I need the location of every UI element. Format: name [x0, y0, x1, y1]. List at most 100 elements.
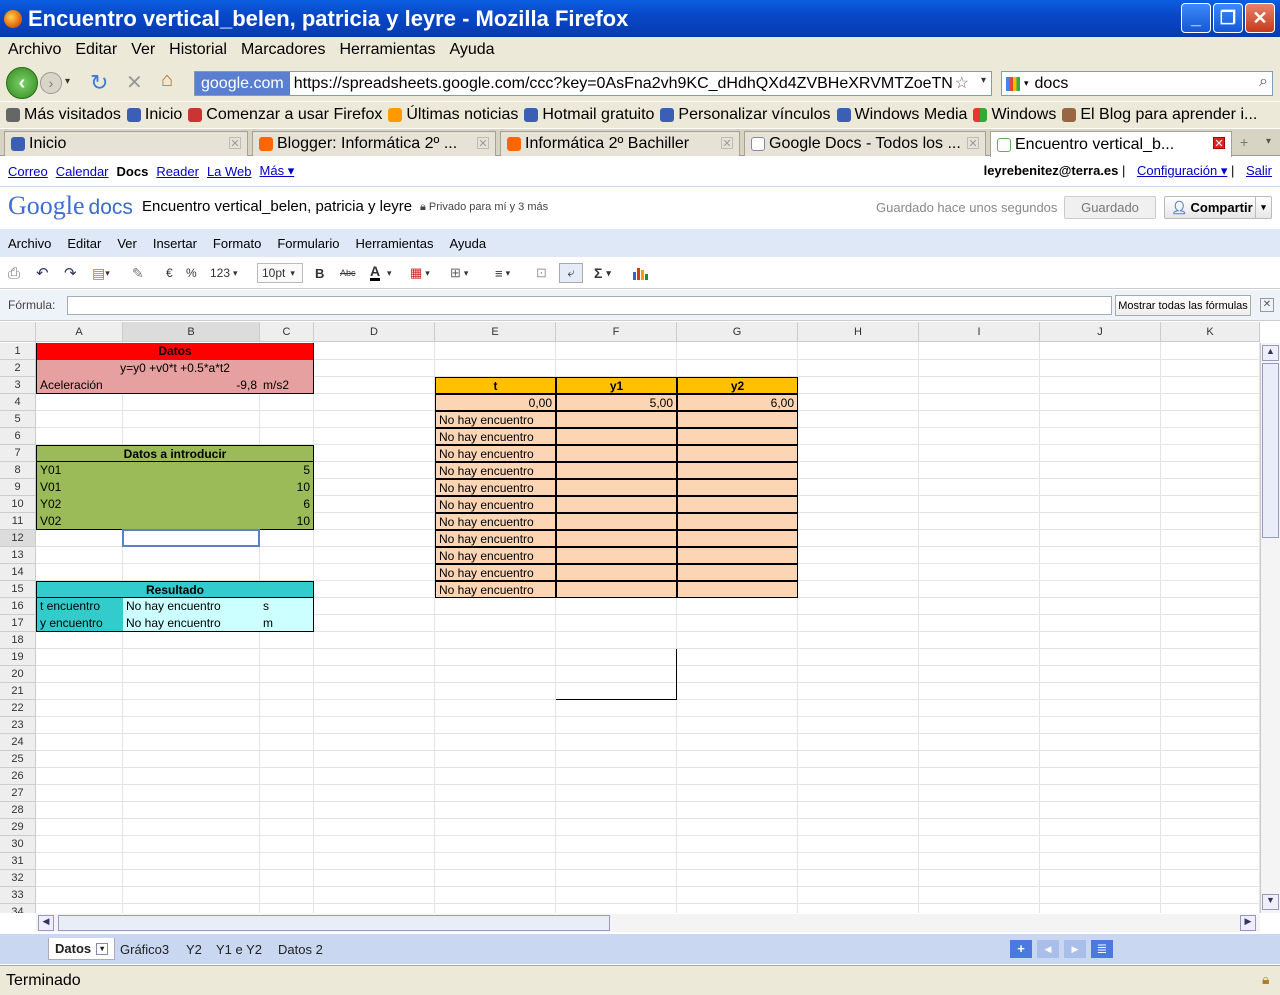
row-header-13[interactable]: 13: [0, 547, 36, 564]
column-header-b[interactable]: B: [123, 322, 260, 342]
cell-c17[interactable]: m: [260, 615, 314, 632]
cell-e9[interactable]: No hay encuentro: [435, 479, 556, 496]
horizontal-scroll-thumb[interactable]: [58, 915, 610, 931]
column-header-h[interactable]: H: [798, 322, 919, 342]
selected-cell-b12[interactable]: [122, 529, 260, 547]
cell-c3[interactable]: m/s2: [260, 377, 314, 394]
row-header-4[interactable]: 4: [0, 394, 36, 411]
cell-g13[interactable]: [677, 547, 798, 564]
cell-g7[interactable]: [677, 445, 798, 462]
cell-a3[interactable]: Aceleración: [36, 377, 123, 394]
docs-menu-ayuda[interactable]: Ayuda: [449, 236, 486, 251]
redo-icon[interactable]: ↷: [64, 263, 77, 283]
spreadsheet-grid[interactable]: A B C D E F G H I J K 1 2 3 4 5 6 7 8 9 10 11 12 13 14 15 16 17 18 19…: [0, 322, 1260, 913]
gbar-link-reader[interactable]: Reader: [156, 164, 199, 179]
row-header-2[interactable]: 2: [0, 360, 36, 377]
row-header-32[interactable]: 32: [0, 870, 36, 887]
docs-menu-formato[interactable]: Formato: [213, 236, 261, 251]
column-header-i[interactable]: I: [919, 322, 1040, 342]
row-header-30[interactable]: 30: [0, 836, 36, 853]
row-header-18[interactable]: 18: [0, 632, 36, 649]
cell-b17[interactable]: No hay encuentro: [123, 615, 260, 632]
sheet-tab-grafico3[interactable]: Gráfico3: [114, 938, 175, 960]
search-engine-icon[interactable]: [1006, 76, 1020, 91]
show-all-formulas-button[interactable]: Mostrar todas las fórmulas: [1115, 295, 1251, 316]
row-header-6[interactable]: 6: [0, 428, 36, 445]
gbar-link-correo[interactable]: Correo: [8, 164, 48, 179]
bookmark-item[interactable]: Inicio: [126, 106, 182, 124]
vertical-scroll-thumb[interactable]: [1262, 363, 1279, 538]
bookmark-item[interactable]: Más visitados: [6, 106, 121, 124]
bookmark-item[interactable]: Personalizar vínculos: [660, 106, 831, 124]
cell-a2-formula[interactable]: y=y0 +v0*t +0.5*a*t2: [36, 360, 314, 377]
menu-ayuda[interactable]: Ayuda: [449, 41, 494, 59]
cell-b10[interactable]: 6: [123, 496, 314, 513]
cell-e12[interactable]: No hay encuentro: [435, 530, 556, 547]
chart-icon[interactable]: [632, 263, 648, 283]
search-input[interactable]: docs: [1035, 75, 1069, 93]
tab-encuentro-vertical[interactable]: Encuentro vertical_b... ✕: [990, 131, 1232, 157]
scroll-left-icon[interactable]: ◀: [38, 915, 54, 931]
cell-f3-y1[interactable]: y1: [556, 377, 677, 394]
text-color-button[interactable]: A: [370, 263, 381, 281]
close-tab-icon[interactable]: ✕: [477, 137, 489, 150]
cell-f10[interactable]: [556, 496, 677, 513]
tab-informatica[interactable]: Informática 2º Bachiller ✕: [500, 131, 740, 156]
bookmark-item[interactable]: Hotmail gratuito: [524, 106, 654, 124]
scroll-up-icon[interactable]: ▲: [1262, 345, 1279, 361]
search-engine-dropdown-icon[interactable]: ▾: [1024, 78, 1029, 89]
cell-b9[interactable]: 10: [123, 479, 314, 496]
cell-a8[interactable]: Y01: [36, 462, 123, 479]
window-titlebar[interactable]: Encuentro vertical_belen, patricia y ley…: [0, 0, 1280, 37]
menu-ver[interactable]: Ver: [131, 41, 155, 59]
undo-icon[interactable]: ↶: [36, 263, 49, 283]
cell-g12[interactable]: [677, 530, 798, 547]
cell-e5[interactable]: No hay encuentro: [435, 411, 556, 428]
cell-e4[interactable]: 0,00: [435, 394, 556, 411]
cell-a7-header[interactable]: Datos a introducir: [36, 445, 314, 462]
sheet-tab-datos[interactable]: Datos ▾: [48, 938, 116, 960]
row-header-1[interactable]: 1: [0, 343, 36, 360]
cell-a16[interactable]: t encuentro: [36, 598, 123, 615]
row-header-15[interactable]: 15: [0, 581, 36, 598]
cell-g14[interactable]: [677, 564, 798, 581]
row-header-14[interactable]: 14: [0, 564, 36, 581]
cell-f11[interactable]: [556, 513, 677, 530]
cell-b3[interactable]: -9,8: [123, 377, 260, 394]
search-magnifier-icon[interactable]: ⌕: [1259, 73, 1268, 91]
row-header-24[interactable]: 24: [0, 734, 36, 751]
row-header-8[interactable]: 8: [0, 462, 36, 479]
percent-format-button[interactable]: %: [186, 263, 197, 283]
row-header-9[interactable]: 9: [0, 479, 36, 496]
close-tab-icon[interactable]: ✕: [721, 137, 733, 150]
row-header-20[interactable]: 20: [0, 666, 36, 683]
cell-g9[interactable]: [677, 479, 798, 496]
cell-g5[interactable]: [677, 411, 798, 428]
borders-icon[interactable]: ⊞ ▾: [450, 263, 468, 283]
close-formula-icon[interactable]: ✕: [1260, 298, 1274, 312]
cell-f15[interactable]: [556, 581, 677, 598]
column-header-g[interactable]: G: [677, 322, 798, 342]
row-header-28[interactable]: 28: [0, 802, 36, 819]
cell-a15-resultado[interactable]: Resultado: [36, 581, 314, 598]
back-button[interactable]: ‹: [6, 67, 38, 99]
cell-b8[interactable]: 5: [123, 462, 314, 479]
cell-e10[interactable]: No hay encuentro: [435, 496, 556, 513]
row-header-17[interactable]: 17: [0, 615, 36, 632]
column-header-c[interactable]: C: [260, 322, 314, 342]
sheet-tab-y1-y2[interactable]: Y1 e Y2: [210, 938, 268, 960]
cell-a1-datos[interactable]: Datos: [36, 343, 314, 360]
signout-link[interactable]: Salir: [1246, 163, 1272, 178]
cell-b16[interactable]: No hay encuentro: [123, 598, 260, 615]
google-docs-logo[interactable]: Google docs: [8, 191, 133, 221]
column-header-j[interactable]: J: [1040, 322, 1161, 342]
vertical-scrollbar[interactable]: ▲ ▼: [1260, 343, 1280, 913]
tab-blogger[interactable]: Blogger: Informática 2º ... ✕: [252, 131, 496, 156]
cell-g10[interactable]: [677, 496, 798, 513]
row-header-25[interactable]: 25: [0, 751, 36, 768]
cell-g8[interactable]: [677, 462, 798, 479]
scroll-down-icon[interactable]: ▼: [1262, 894, 1279, 910]
cell-e3-t[interactable]: t: [435, 377, 556, 394]
sheet-menu-dropdown-icon[interactable]: ▾: [96, 942, 109, 955]
cell-e8[interactable]: No hay encuentro: [435, 462, 556, 479]
